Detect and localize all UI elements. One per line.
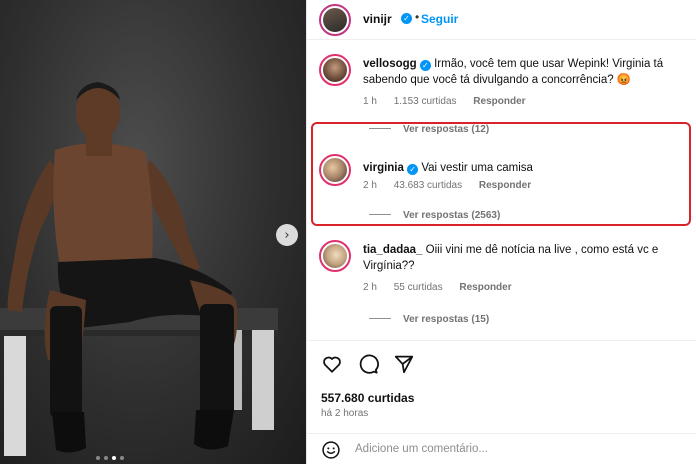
comment-body: virginia ✓ Vai vestir uma camisa [363, 160, 683, 176]
comment-avatar[interactable] [319, 240, 351, 272]
comment-body: vellosogg ✓ Irmão, você tem que usar Wep… [363, 56, 683, 88]
reply-button[interactable]: Responder [459, 282, 511, 293]
comment-likes[interactable]: 43.683 curtidas [394, 180, 462, 191]
carousel-dot [104, 456, 108, 460]
view-replies-button[interactable]: Ver respostas (15) [369, 314, 489, 325]
post-likes[interactable]: 557.680 curtidas [321, 391, 414, 405]
post-panel: vinijr ✓ • Seguir vellosogg ✓ Irmão, voc… [306, 0, 696, 464]
carousel-dot [96, 456, 100, 460]
replies-divider [369, 214, 391, 215]
post-image-illustration [0, 82, 278, 456]
reply-button[interactable]: Responder [479, 180, 531, 191]
comment-input[interactable]: Adicione um comentário... [355, 443, 488, 455]
author-avatar[interactable] [319, 4, 351, 36]
action-icons [321, 353, 415, 375]
heart-icon[interactable] [321, 353, 343, 375]
comment-age: 2 h [363, 282, 377, 293]
follow-button[interactable]: Seguir [421, 12, 458, 26]
comment-username[interactable]: virginia [363, 162, 404, 174]
comment-avatar[interactable] [319, 154, 351, 186]
replies-divider [369, 318, 391, 319]
header-separator: • [415, 10, 420, 24]
reply-button[interactable]: Responder [473, 96, 525, 107]
comment-meta: 2 h 55 curtidas Responder [363, 282, 526, 293]
view-replies-label: Ver respostas (15) [403, 314, 490, 325]
carousel-dot [120, 456, 124, 460]
carousel-dots [96, 456, 124, 460]
comment-username[interactable]: vellosogg [363, 58, 417, 70]
comment-meta: 2 h 43.683 curtidas Responder [363, 180, 545, 191]
post-header: vinijr ✓ • Seguir [307, 0, 696, 40]
carousel-dot-active [112, 456, 116, 460]
comment-icon[interactable] [357, 353, 379, 375]
comment-likes[interactable]: 1.153 curtidas [394, 96, 457, 107]
view-replies-button[interactable]: Ver respostas (2563) [369, 210, 500, 221]
view-replies-label: Ver respostas (2563) [403, 210, 501, 221]
verified-icon: ✓ [419, 60, 431, 71]
comment-body: tia_dadaa_ Oiii vini me dê notícia na li… [363, 242, 683, 274]
comment-age: 2 h [363, 180, 377, 191]
post-actions: 557.680 curtidas há 2 horas Adicione um … [307, 340, 696, 462]
author-username[interactable]: vinijr [363, 12, 392, 26]
comment-likes[interactable]: 55 curtidas [394, 282, 443, 293]
share-icon[interactable] [393, 353, 415, 375]
comment-text: Vai vestir uma camisa [421, 162, 533, 174]
post-photo: › [0, 0, 306, 464]
chevron-right-icon[interactable]: › [276, 224, 298, 246]
comment-username[interactable]: tia_dadaa_ [363, 244, 422, 256]
comment-meta: 1 h 1.153 curtidas Responder [363, 96, 540, 107]
verified-icon: ✓ [401, 13, 412, 24]
add-comment-bar: Adicione um comentário... [307, 433, 696, 463]
emoji-icon[interactable] [321, 440, 341, 460]
verified-icon: ✓ [407, 164, 419, 175]
comment-avatar[interactable] [319, 54, 351, 86]
comment-age: 1 h [363, 96, 377, 107]
post-time: há 2 horas [321, 408, 369, 419]
